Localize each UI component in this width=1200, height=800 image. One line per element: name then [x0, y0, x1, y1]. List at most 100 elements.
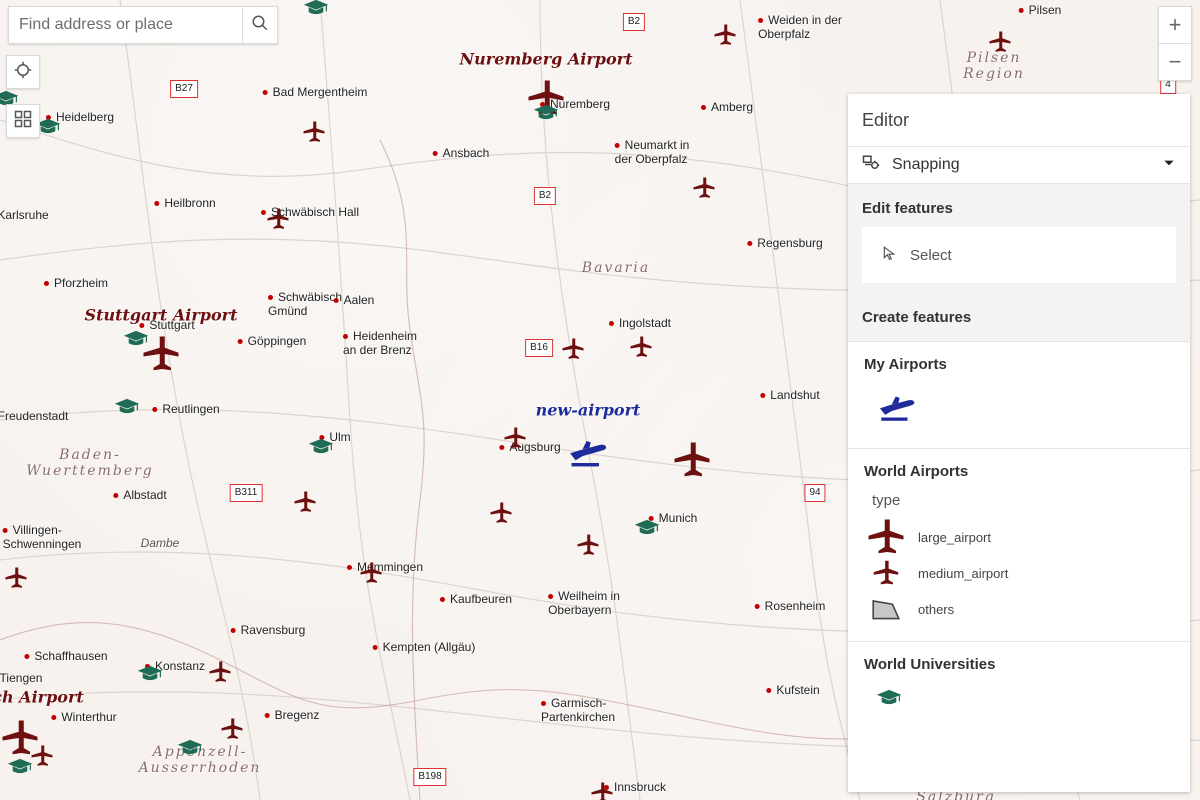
legend-title-type: type	[872, 492, 901, 509]
cursor-icon	[882, 246, 896, 264]
group-title-world-airports: World Airports	[864, 463, 969, 480]
airport-label: new-airport	[535, 400, 641, 420]
place-label: Regensburg	[747, 236, 822, 250]
university-marker[interactable]	[177, 738, 203, 759]
my-airport-template[interactable]	[864, 385, 930, 434]
group-world-universities: World Universities	[848, 641, 1190, 730]
large-airport-icon	[864, 517, 908, 557]
medium-airport-marker[interactable]	[208, 660, 232, 684]
place-label: Reutlingen	[152, 402, 219, 416]
place-label: Villingen- Schwenningen	[2, 523, 82, 551]
road-badge: B2	[622, 13, 646, 31]
university-marker[interactable]	[308, 437, 334, 458]
place-label: Tiengen	[0, 671, 42, 685]
editor-title: Editor	[848, 94, 1190, 147]
medium-airport-marker[interactable]	[266, 207, 290, 231]
region-label: Bavaria	[581, 260, 651, 276]
place-label: Dambe	[140, 536, 180, 550]
medium-airport-marker[interactable]	[561, 337, 585, 361]
search-button[interactable]	[242, 7, 277, 43]
select-feature-button[interactable]: Select	[862, 227, 1176, 283]
legend-item-medium-airport[interactable]: medium_airport	[864, 555, 1174, 591]
edit-features-heading: Edit features	[862, 200, 953, 217]
place-label: Weiden in der Oberpfalz	[758, 13, 842, 41]
zoom-in-button[interactable]: +	[1159, 7, 1191, 43]
locate-icon	[14, 61, 32, 84]
road-badge: B198	[413, 768, 447, 786]
place-label: Ravensburg	[231, 623, 306, 637]
airport-label: ch Airport	[0, 687, 84, 707]
medium-airport-marker[interactable]	[302, 120, 326, 144]
place-label: Kempten (Allgäu)	[373, 640, 476, 654]
legend-label-medium-airport: medium_airport	[918, 565, 1009, 581]
place-label: Amberg	[701, 100, 753, 114]
medium-airport-marker[interactable]	[692, 176, 716, 200]
select-label: Select	[910, 246, 952, 264]
basemap-toggle-button[interactable]	[6, 104, 40, 138]
medium-airport-marker[interactable]	[220, 717, 244, 741]
medium-airport-marker[interactable]	[988, 30, 1012, 54]
snapping-label: Snapping	[892, 156, 960, 173]
place-label: Landshut	[760, 388, 819, 402]
place-label: Kaufbeuren	[440, 592, 512, 606]
polygon-icon	[864, 595, 908, 623]
place-label: Garmisch- Partenkirchen	[540, 696, 616, 724]
chevron-down-icon	[1162, 156, 1176, 175]
medium-airport-marker[interactable]	[576, 533, 600, 557]
university-marker[interactable]	[137, 664, 163, 685]
place-label: Rosenheim	[755, 599, 826, 613]
locate-button[interactable]	[6, 55, 40, 89]
university-marker[interactable]	[114, 397, 140, 418]
university-marker[interactable]	[123, 329, 149, 350]
road-badge: B311	[229, 484, 263, 502]
medium-airport-marker[interactable]	[4, 566, 28, 590]
medium-airport-marker[interactable]	[489, 501, 513, 525]
place-label: Heidenheim an der Brenz	[342, 329, 418, 357]
place-label: Albstadt	[113, 488, 166, 502]
medium-airport-marker[interactable]	[359, 561, 383, 585]
place-label: Ingolstadt	[609, 316, 671, 330]
search-icon	[251, 14, 269, 37]
medium-airport-marker[interactable]	[503, 426, 527, 450]
zoom-in-icon: +	[1168, 12, 1182, 37]
medium-airport-marker[interactable]	[293, 490, 317, 514]
medium-airport-marker[interactable]	[590, 781, 614, 800]
place-label: Karlsruhe	[0, 208, 49, 222]
legend-label-others: others	[918, 601, 955, 617]
legend-label-large-airport: large_airport	[918, 529, 991, 545]
airport-label: Nuremberg Airport	[459, 49, 633, 69]
place-label: Göppingen	[238, 334, 307, 348]
medium-airport-marker[interactable]	[629, 335, 653, 359]
group-world-airports: World Airports type large_airport medium…	[848, 448, 1190, 641]
university-marker[interactable]	[533, 103, 559, 124]
legend-item-large-airport[interactable]: large_airport	[864, 519, 1174, 555]
place-label: Weilheim in Oberbayern	[548, 589, 620, 617]
zoom-out-button[interactable]: −	[1159, 43, 1191, 80]
create-features-heading: Create features	[848, 295, 1190, 341]
university-marker[interactable]	[303, 0, 329, 19]
university-template[interactable]	[864, 685, 914, 716]
place-label: Kufstein	[766, 683, 819, 697]
place-label: Freudenstadt	[0, 409, 68, 423]
group-title-my-airports: My Airports	[864, 356, 947, 373]
place-label: Pilsen	[1019, 3, 1062, 17]
legend-item-others[interactable]: others	[864, 591, 1174, 627]
large-airport-marker[interactable]	[672, 440, 712, 480]
edit-features-section: Edit features Select	[848, 184, 1190, 295]
editor-panel: Editor Snapping Edit features Select Cre…	[848, 94, 1190, 792]
search-bar	[8, 6, 278, 44]
place-label: Ansbach	[433, 146, 490, 160]
medium-airport-marker[interactable]	[30, 744, 54, 768]
zoom-controls: + −	[1158, 6, 1192, 81]
zoom-out-icon: −	[1168, 49, 1182, 74]
graduation-cap-icon	[876, 687, 902, 714]
new-airport-marker[interactable]	[566, 435, 610, 469]
snapping-dropdown[interactable]: Snapping	[848, 147, 1190, 184]
medium-airport-marker[interactable]	[713, 23, 737, 47]
university-marker[interactable]	[634, 518, 660, 539]
snapping-icon	[862, 154, 880, 177]
place-label: Schwäbisch Gmünd	[267, 290, 343, 318]
search-input[interactable]	[9, 16, 242, 34]
place-label: Schaffhausen	[24, 649, 107, 663]
university-marker[interactable]	[7, 757, 33, 778]
